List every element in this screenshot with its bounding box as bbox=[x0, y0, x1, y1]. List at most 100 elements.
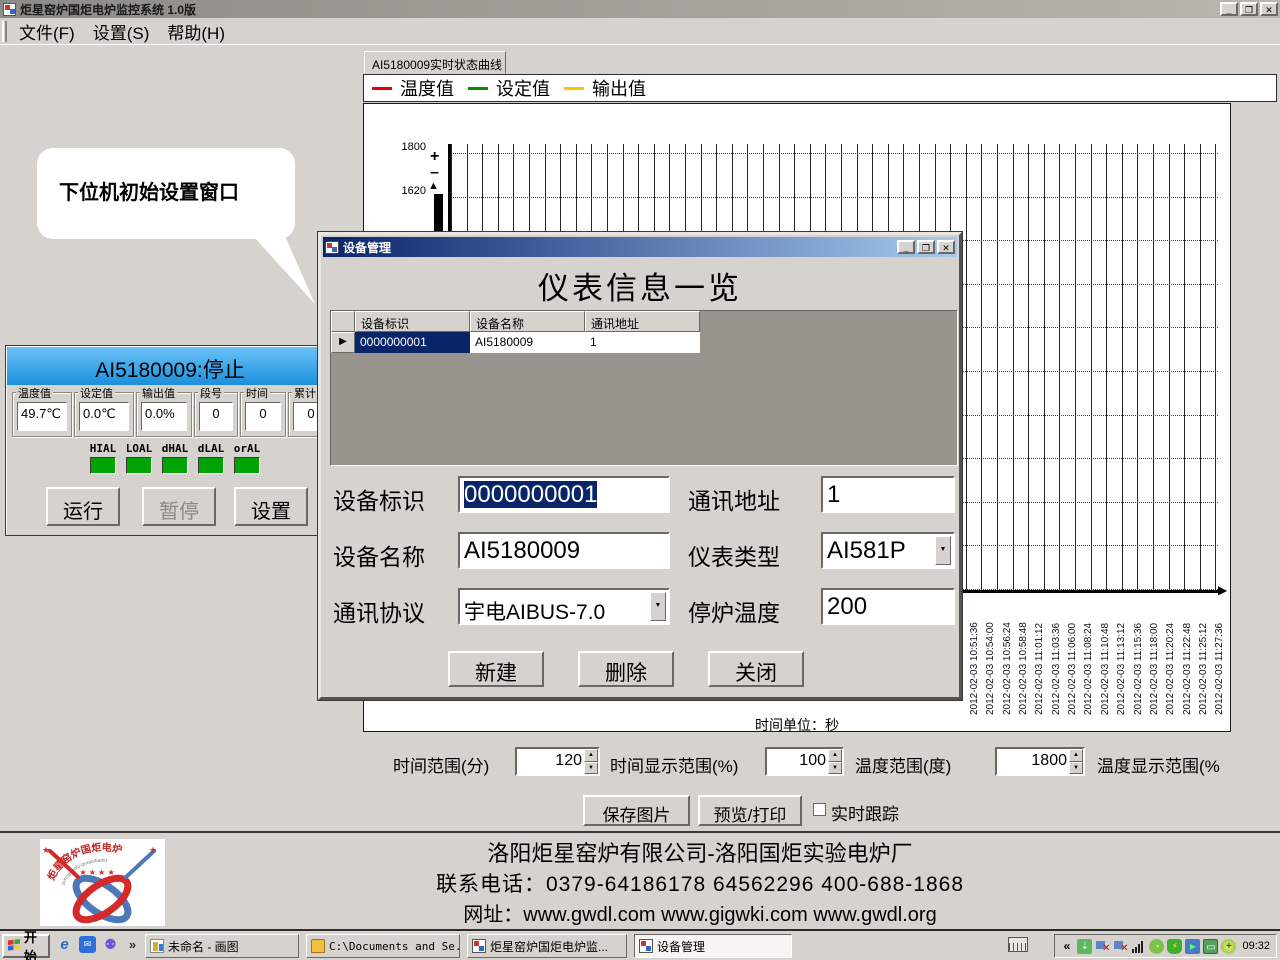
temp-range-spinner[interactable]: 1800 ▲▼ bbox=[995, 747, 1085, 776]
device-id-field[interactable]: 0000000001 bbox=[458, 476, 670, 513]
time-display-spinner[interactable]: 100 ▲▼ bbox=[765, 747, 844, 776]
dialog-close-icon[interactable]: ✕ bbox=[937, 240, 955, 254]
device-id-label: 设备标识 bbox=[333, 482, 425, 516]
v-gridline bbox=[1122, 144, 1123, 591]
spin-down-icon[interactable]: ▼ bbox=[828, 762, 842, 775]
ie-icon[interactable]: e bbox=[56, 936, 73, 953]
legend-label-output: 输出值 bbox=[592, 75, 646, 101]
dialog-titlebar[interactable]: 设备管理 _ ❐ ✕ bbox=[323, 237, 957, 257]
svg-text:★: ★ bbox=[149, 845, 157, 855]
time-range-spinner[interactable]: 120 ▲▼ bbox=[515, 747, 600, 776]
dialog-maximize-icon[interactable]: ❐ bbox=[917, 240, 935, 254]
menu-file[interactable]: 文件(F) bbox=[13, 17, 87, 46]
menubar: 文件(F) 设置(S) 帮助(H) bbox=[0, 18, 1280, 45]
col-device-name[interactable]: 设备名称 bbox=[470, 311, 585, 332]
tab-realtime-curve[interactable]: AI5180009实时状态曲线 bbox=[364, 51, 506, 74]
spin-up-icon[interactable]: ▲ bbox=[828, 749, 842, 762]
tray-collapse-icon[interactable]: « bbox=[1059, 939, 1074, 954]
save-image-button[interactable]: 保存图片 bbox=[583, 795, 690, 826]
pause-button[interactable]: 暂停 bbox=[142, 487, 216, 526]
protocol-combobox[interactable]: 宇电AIBUS-7.0 ▼ bbox=[458, 588, 670, 625]
signal-strength-icon[interactable] bbox=[1131, 939, 1146, 954]
stop-temp-field[interactable]: 200 bbox=[821, 588, 955, 625]
x-tick-label: 2012-02-03 10:56:24 bbox=[1002, 599, 1016, 715]
cell-device-id[interactable]: 0000000001 bbox=[355, 332, 470, 353]
update-icon[interactable]: ⇣ bbox=[1077, 939, 1092, 954]
meter-type-combobox[interactable]: AI581P ▼ bbox=[821, 532, 955, 569]
delete-button[interactable]: 删除 bbox=[578, 651, 674, 687]
menu-settings[interactable]: 设置(S) bbox=[87, 17, 162, 46]
spin-up-icon[interactable]: ▲ bbox=[1069, 749, 1083, 762]
alarm-label-oral: orAL bbox=[230, 442, 264, 455]
menu-help[interactable]: 帮助(H) bbox=[161, 17, 237, 46]
time-group: 时间 0 bbox=[240, 392, 286, 437]
restore-icon[interactable]: ❐ bbox=[1240, 2, 1258, 16]
stop-temp-label: 停炉温度 bbox=[688, 594, 780, 628]
segment-group: 段号 0 bbox=[194, 392, 238, 437]
device-name-field[interactable]: AI5180009 bbox=[458, 532, 670, 569]
task-explorer[interactable]: C:\Documents and Se... bbox=[306, 934, 460, 958]
company-name: 洛阳炬星窑炉有限公司-洛阳国炬实验电炉厂 bbox=[160, 838, 1240, 869]
minimize-icon[interactable]: _ bbox=[1220, 2, 1238, 16]
task-device-manager[interactable]: 设备管理 bbox=[634, 934, 792, 958]
windows-flag-icon bbox=[7, 939, 21, 953]
realtime-track-checkbox[interactable] bbox=[813, 803, 826, 816]
preview-print-button[interactable]: 预览/打印 bbox=[698, 795, 802, 826]
plus-status-icon[interactable]: + bbox=[1221, 939, 1236, 954]
segment-value: 0 bbox=[199, 402, 233, 431]
window-title: 炬星窑炉国炬电炉监控系统 1.0版 bbox=[20, 1, 196, 18]
messenger-icon[interactable]: ⚉ bbox=[102, 936, 119, 953]
scheduler-icon[interactable]: ▶ bbox=[1185, 939, 1200, 954]
temp-value-group: 温度值 49.7℃ bbox=[12, 392, 72, 437]
task-monitor-app[interactable]: 炬星窑炉国炬电炉监... bbox=[467, 934, 627, 958]
mail-icon[interactable]: ✉ bbox=[79, 936, 96, 953]
toolbox-icon[interactable]: ▭ bbox=[1203, 939, 1218, 954]
run-button[interactable]: 运行 bbox=[46, 487, 120, 526]
spin-up-icon[interactable]: ▲ bbox=[584, 749, 598, 762]
v-gridline bbox=[1200, 144, 1201, 591]
v-gridline bbox=[1013, 144, 1014, 591]
start-button[interactable]: 开始 bbox=[2, 934, 50, 958]
y-scroll-up-icon[interactable]: ▲ bbox=[428, 180, 439, 192]
close-icon[interactable]: ✕ bbox=[1260, 2, 1278, 16]
task-paint[interactable]: 未命名 - 画图 bbox=[145, 934, 299, 958]
wireless-disconnected-icon[interactable]: ✕ bbox=[1113, 939, 1128, 954]
x-axis-arrow-icon: ▶ bbox=[1218, 583, 1227, 597]
cell-comm-addr[interactable]: 1 bbox=[585, 332, 700, 353]
y-scroll-thumb[interactable] bbox=[434, 194, 443, 234]
spin-down-icon[interactable]: ▼ bbox=[584, 762, 598, 775]
spin-down-icon[interactable]: ▼ bbox=[1069, 762, 1083, 775]
table-row[interactable]: ▶ 0000000001 AI5180009 1 bbox=[331, 332, 957, 353]
time-range-label: 时间范围(分) bbox=[393, 752, 489, 777]
legend-label-setpoint: 设定值 bbox=[496, 75, 550, 101]
network-disconnected-icon[interactable]: ✕ bbox=[1095, 939, 1110, 954]
menu-grip[interactable] bbox=[2, 21, 7, 42]
device-table: 设备标识 设备名称 通讯地址 ▶ 0000000001 AI5180009 1 bbox=[330, 310, 958, 466]
system-tray: « ⇣ ✕ ✕ ◔ ⚡ ▶ ▭ + 09:32 bbox=[1054, 934, 1277, 958]
shield-icon[interactable]: ⚡ bbox=[1167, 939, 1182, 954]
col-comm-addr[interactable]: 通讯地址 bbox=[585, 311, 700, 332]
alarm-led-loal bbox=[126, 457, 152, 474]
row-selector-arrow-icon[interactable]: ▶ bbox=[331, 332, 355, 353]
desktop: 炬星窑炉国炬电炉监控系统 1.0版 _ ❐ ✕ 文件(F) 设置(S) 帮助(H… bbox=[0, 0, 1280, 960]
chevron-down-icon[interactable]: ▼ bbox=[650, 592, 666, 621]
browser-globe-icon[interactable]: ◔ bbox=[1149, 939, 1164, 954]
x-tick-label: 2012-02-03 11:15:36 bbox=[1133, 599, 1147, 715]
alarm-led-oral bbox=[234, 457, 260, 474]
cell-device-name[interactable]: AI5180009 bbox=[470, 332, 585, 353]
settings-button[interactable]: 设置 bbox=[234, 487, 308, 526]
output-value: 0.0% bbox=[141, 402, 187, 431]
callout-bubble: 下位机初始设置窗口 bbox=[37, 148, 295, 239]
comm-addr-field[interactable]: 1 bbox=[821, 476, 955, 513]
main-window-titlebar: 炬星窑炉国炬电炉监控系统 1.0版 _ ❐ ✕ bbox=[0, 0, 1280, 18]
chevron-down-icon[interactable]: ▼ bbox=[935, 536, 951, 565]
x-tick-label: 2012-02-03 10:54:00 bbox=[985, 599, 999, 715]
col-device-id[interactable]: 设备标识 bbox=[355, 311, 470, 332]
v-gridline bbox=[1028, 144, 1029, 591]
x-tick-label: 2012-02-03 11:10:48 bbox=[1100, 599, 1114, 715]
dialog-minimize-icon[interactable]: _ bbox=[897, 240, 915, 254]
quick-launch-overflow-icon[interactable]: » bbox=[124, 936, 141, 953]
new-button[interactable]: 新建 bbox=[448, 651, 544, 687]
keyboard-layout-icon[interactable] bbox=[1008, 937, 1028, 952]
close-button[interactable]: 关闭 bbox=[708, 651, 804, 687]
